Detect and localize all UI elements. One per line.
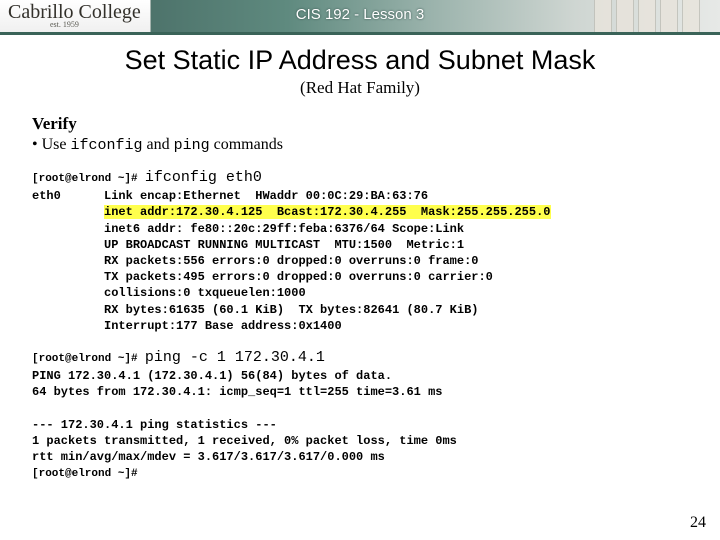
typed-command-ping: ping -c 1 172.30.4.1 — [145, 349, 325, 366]
typed-command-ifconfig: ifconfig eth0 — [145, 169, 262, 186]
slide: Cabrillo College est. 1959 CIS 192 - Les… — [0, 0, 720, 540]
ping-line-5: rtt min/avg/max/mdev = 3.617/3.617/3.617… — [32, 450, 385, 464]
ifconfig-line-8: RX bytes:61635 (60.1 KiB) TX bytes:82641… — [104, 303, 478, 317]
ping-line-1: PING 172.30.4.1 (172.30.4.1) 56(84) byte… — [32, 369, 392, 383]
ifconfig-line-7: collisions:0 txqueuelen:1000 — [104, 286, 306, 300]
ifconfig-line-5: RX packets:556 errors:0 dropped:0 overru… — [104, 254, 478, 268]
shell-prompt: [root@elrond ~]# — [32, 353, 138, 365]
ifconfig-line-6: TX packets:495 errors:0 dropped:0 overru… — [104, 270, 493, 284]
verify-heading: Verify — [32, 114, 688, 134]
shell-prompt-end: [root@elrond ~]# — [32, 468, 138, 480]
ping-line-3: --- 172.30.4.1 ping statistics --- — [32, 418, 277, 432]
page-number: 24 — [690, 514, 706, 532]
ping-line-4: 1 packets transmitted, 1 received, 0% pa… — [32, 434, 457, 448]
ping-line-2: 64 bytes from 172.30.4.1: icmp_seq=1 ttl… — [32, 385, 442, 399]
bullet-mid: and — [143, 136, 174, 153]
cmd-ifconfig-word: ifconfig — [70, 137, 142, 154]
ifconfig-line-2-highlight: inet addr:172.30.4.125 Bcast:172.30.4.25… — [104, 205, 550, 219]
shell-prompt: [root@elrond ~]# — [32, 173, 138, 185]
instruction-bullet: • Use ifconfig and ping commands — [32, 136, 688, 154]
bullet-prefix: • Use — [32, 136, 70, 153]
page-title: Set Static IP Address and Subnet Mask — [0, 45, 720, 76]
ifconfig-line-9: Interrupt:177 Base address:0x1400 — [104, 319, 342, 333]
ifconfig-line-4: UP BROADCAST RUNNING MULTICAST MTU:1500 … — [104, 238, 464, 252]
slide-body: Verify • Use ifconfig and ping commands … — [0, 98, 720, 482]
terminal-ping: [root@elrond ~]# ping -c 1 172.30.4.1 PI… — [32, 348, 688, 482]
banner-underline — [0, 32, 720, 35]
iface-name: eth0 — [32, 189, 61, 203]
ifconfig-line-1: Link encap:Ethernet HWaddr 00:0C:29:BA:6… — [104, 189, 428, 203]
cmd-ping-word: ping — [174, 137, 210, 154]
banner: Cabrillo College est. 1959 CIS 192 - Les… — [0, 0, 720, 32]
page-subtitle: (Red Hat Family) — [0, 78, 720, 98]
ifconfig-line-3: inet6 addr: fe80::20c:29ff:feba:6376/64 … — [104, 222, 464, 236]
lesson-title: CIS 192 - Lesson 3 — [0, 6, 720, 23]
terminal-ifconfig: [root@elrond ~]# ifconfig eth0 eth0 Link… — [32, 168, 688, 334]
bullet-suffix: commands — [210, 136, 283, 153]
